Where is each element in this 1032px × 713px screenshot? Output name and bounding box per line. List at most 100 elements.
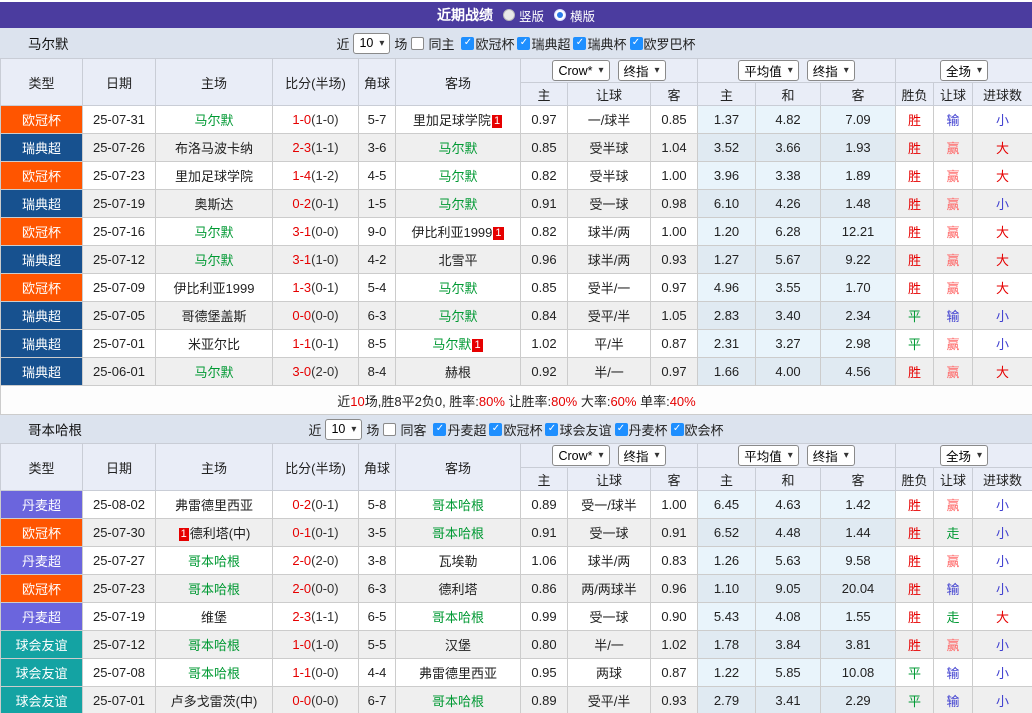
away-team-link[interactable]: 马尔默 bbox=[438, 169, 477, 184]
league-checkbox[interactable]: ✓ bbox=[461, 37, 474, 50]
vertical-layout-option[interactable]: 竖版 bbox=[503, 6, 544, 25]
home-team-link[interactable]: 里加足球学院 bbox=[175, 169, 253, 184]
bookmaker-select[interactable]: Crow*▾ bbox=[552, 445, 609, 466]
home-team-link[interactable]: 奥斯达 bbox=[194, 197, 233, 212]
league-checkbox[interactable]: ✓ bbox=[630, 37, 643, 50]
sub-handicap: 让球 bbox=[568, 83, 651, 106]
home-team-link[interactable]: 哥本哈根 bbox=[188, 582, 240, 597]
league-filter-label: 瑞典超 bbox=[531, 34, 570, 53]
away-team-link[interactable]: 哥本哈根 bbox=[432, 610, 484, 625]
same-away-checkbox[interactable] bbox=[383, 423, 396, 436]
odds-stage-select[interactable]: 终指▾ bbox=[618, 445, 666, 466]
handicap-home-odds: 0.82 bbox=[521, 162, 568, 190]
home-team-link[interactable]: 德利塔(中) bbox=[190, 526, 251, 541]
league-checkbox[interactable]: ✓ bbox=[573, 37, 586, 50]
away-team-link[interactable]: 马尔默 bbox=[438, 197, 477, 212]
away-team-link[interactable]: 瓦埃勒 bbox=[438, 554, 477, 569]
away-team-link[interactable]: 汉堡 bbox=[445, 638, 471, 653]
league-filter[interactable]: ✓球会友谊 bbox=[545, 420, 611, 439]
result-handicap: 赢 bbox=[934, 547, 973, 575]
home-team-link[interactable]: 哥本哈根 bbox=[188, 554, 240, 569]
odds-stage-select[interactable]: 终指▾ bbox=[618, 60, 666, 81]
match-date: 25-07-26 bbox=[83, 134, 156, 162]
same-home-checkbox[interactable] bbox=[411, 37, 424, 50]
avg-home-odds: 2.83 bbox=[698, 302, 756, 330]
avg-away-odds: 2.34 bbox=[821, 302, 896, 330]
summary-segment: 近 bbox=[337, 394, 350, 409]
horizontal-label: 横版 bbox=[570, 6, 595, 25]
away-team-link[interactable]: 德利塔 bbox=[438, 582, 477, 597]
league-checkbox[interactable]: ✓ bbox=[517, 37, 530, 50]
home-team-link[interactable]: 马尔默 bbox=[194, 225, 233, 240]
scope-select[interactable]: 全场▾ bbox=[940, 60, 988, 81]
league-badge: 球会友谊 bbox=[1, 631, 83, 659]
league-filter[interactable]: ✓欧罗巴杯 bbox=[630, 34, 696, 53]
league-checkbox[interactable]: ✓ bbox=[489, 423, 502, 436]
match-count-select[interactable]: 10▾ bbox=[325, 419, 362, 440]
home-team-link[interactable]: 米亚尔比 bbox=[188, 337, 240, 352]
home-team-link[interactable]: 马尔默 bbox=[194, 365, 233, 380]
league-filter[interactable]: ✓丹麦超 bbox=[433, 420, 486, 439]
away-team-link[interactable]: 哥本哈根 bbox=[432, 498, 484, 513]
chevron-down-icon: ▾ bbox=[598, 450, 603, 461]
home-team-link[interactable]: 卢多戈雷茨(中) bbox=[171, 694, 258, 709]
avg-home-odds: 6.45 bbox=[698, 491, 756, 519]
col-date: 日期 bbox=[83, 444, 156, 491]
league-filter[interactable]: ✓丹麦杯 bbox=[615, 420, 668, 439]
away-team-link[interactable]: 马尔默 bbox=[438, 309, 477, 324]
radio-vertical-icon[interactable] bbox=[503, 9, 515, 21]
score-cell: 1-1(0-1) bbox=[273, 330, 359, 358]
horizontal-layout-option[interactable]: 横版 bbox=[554, 6, 595, 25]
away-team-link[interactable]: 哥本哈根 bbox=[432, 694, 484, 709]
halftime-score: (0-0) bbox=[311, 224, 338, 239]
scope-select[interactable]: 全场▾ bbox=[940, 445, 988, 466]
league-filter[interactable]: ✓瑞典超 bbox=[517, 34, 570, 53]
home-team-link[interactable]: 马尔默 bbox=[194, 113, 233, 128]
match-count-select[interactable]: 10▾ bbox=[353, 33, 390, 54]
league-filter[interactable]: ✓欧冠杯 bbox=[461, 34, 514, 53]
match-date: 25-07-08 bbox=[83, 659, 156, 687]
away-team-link[interactable]: 北雪平 bbox=[438, 253, 477, 268]
home-team-link[interactable]: 哥德堡盖斯 bbox=[181, 309, 246, 324]
average-select[interactable]: 平均值▾ bbox=[738, 60, 799, 81]
league-filter[interactable]: ✓欧会杯 bbox=[671, 420, 724, 439]
league-filter[interactable]: ✓欧冠杯 bbox=[489, 420, 542, 439]
home-team-link[interactable]: 哥本哈根 bbox=[188, 638, 240, 653]
score-cell: 2-0(2-0) bbox=[273, 547, 359, 575]
home-team-link[interactable]: 布洛马波卡纳 bbox=[175, 141, 253, 156]
away-team-link[interactable]: 马尔默 bbox=[432, 337, 471, 352]
home-team-link[interactable]: 哥本哈根 bbox=[188, 666, 240, 681]
average-select[interactable]: 平均值▾ bbox=[738, 445, 799, 466]
league-checkbox[interactable]: ✓ bbox=[671, 423, 684, 436]
away-team-link[interactable]: 里加足球学院 bbox=[413, 113, 491, 128]
league-label: 丹麦超 bbox=[22, 554, 61, 569]
league-checkbox[interactable]: ✓ bbox=[545, 423, 558, 436]
away-team-link[interactable]: 赫根 bbox=[445, 365, 471, 380]
col-score: 比分(半场) bbox=[273, 59, 359, 106]
away-team-link[interactable]: 马尔默 bbox=[438, 281, 477, 296]
chevron-down-icon: ▾ bbox=[655, 450, 660, 461]
away-team-link[interactable]: 弗雷德里西亚 bbox=[419, 666, 497, 681]
league-filter-label: 瑞典杯 bbox=[587, 34, 626, 53]
sub-avg-draw: 和 bbox=[756, 83, 821, 106]
bookmaker-select[interactable]: Crow*▾ bbox=[552, 60, 609, 81]
odds-stage-select2[interactable]: 终指▾ bbox=[807, 445, 855, 466]
avg-away-odds: 3.81 bbox=[821, 631, 896, 659]
away-team-link[interactable]: 伊比利亚1999 bbox=[411, 225, 492, 240]
away-team-link[interactable]: 马尔默 bbox=[438, 141, 477, 156]
avg-away-odds: 2.29 bbox=[821, 687, 896, 713]
result-goals: 大 bbox=[973, 162, 1032, 190]
odds-stage-select2[interactable]: 终指▾ bbox=[807, 60, 855, 81]
home-team-link[interactable]: 马尔默 bbox=[194, 253, 233, 268]
home-team-link[interactable]: 维堡 bbox=[201, 610, 227, 625]
home-team-link[interactable]: 伊比利亚1999 bbox=[174, 281, 255, 296]
away-team-link[interactable]: 哥本哈根 bbox=[432, 526, 484, 541]
league-filter[interactable]: ✓瑞典杯 bbox=[573, 34, 626, 53]
league-checkbox[interactable]: ✓ bbox=[615, 423, 628, 436]
result-handicap: 走 bbox=[934, 519, 973, 547]
home-team-link[interactable]: 弗雷德里西亚 bbox=[175, 498, 253, 513]
away-team-cell: 伊比利亚19991 bbox=[396, 218, 521, 246]
radio-horizontal-icon[interactable] bbox=[554, 9, 566, 21]
league-checkbox[interactable]: ✓ bbox=[433, 423, 446, 436]
match-date: 25-08-02 bbox=[83, 491, 156, 519]
